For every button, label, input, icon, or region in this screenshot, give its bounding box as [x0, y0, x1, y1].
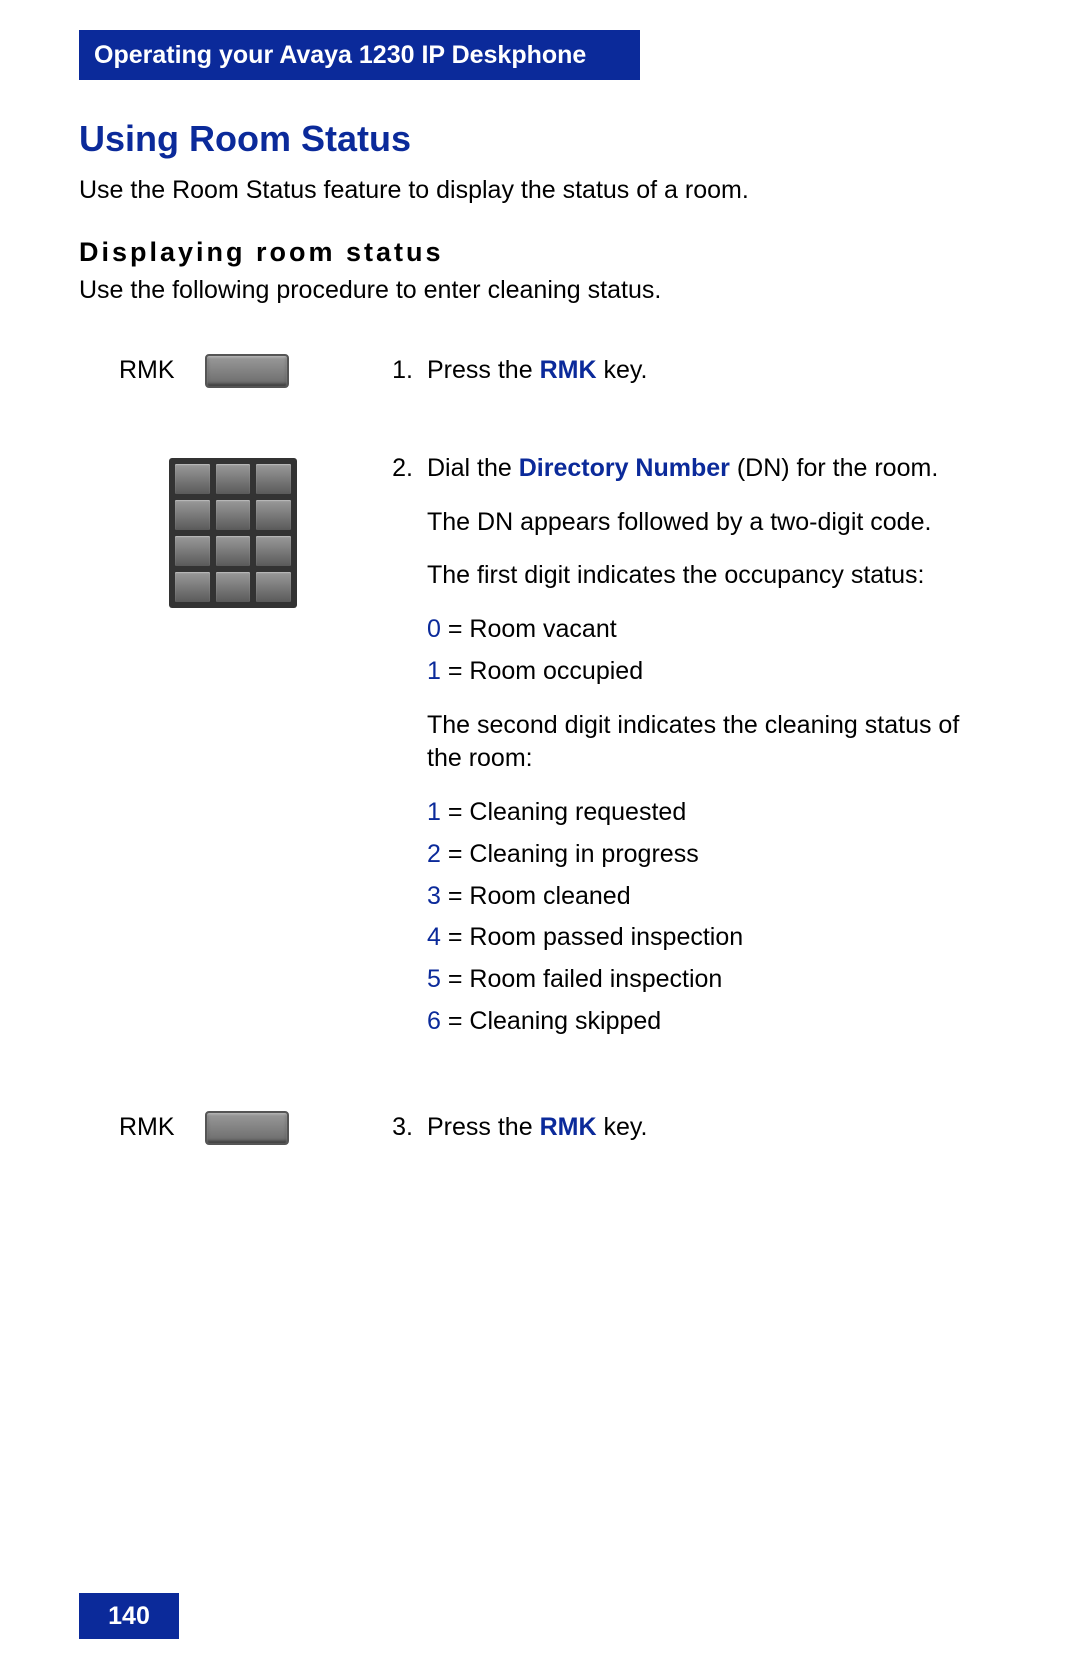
- occ0-num: 0: [427, 615, 441, 643]
- s2-l1-pre: Dial the: [427, 454, 519, 482]
- c3-txt: = Room cleaned: [441, 882, 631, 910]
- section-title: Using Room Status: [79, 118, 999, 160]
- page-header: Operating your Avaya 1230 IP Deskphone: [79, 30, 640, 80]
- rmk-label: RMK: [119, 1111, 175, 1142]
- keypad-key: [255, 499, 292, 531]
- s2-line2: The DN appears followed by a two-digit c…: [427, 506, 999, 540]
- c1-txt: = Cleaning requested: [441, 798, 686, 826]
- page-number-value: 140: [108, 1602, 150, 1631]
- step-2-visual: [79, 452, 389, 608]
- step-3-bold: RMK: [540, 1113, 597, 1141]
- keypad-key: [215, 535, 252, 567]
- step-1-pre: Press the: [427, 356, 540, 384]
- step-3-pre: Press the: [427, 1113, 540, 1141]
- rmk-label: RMK: [119, 354, 175, 385]
- c6-txt: = Cleaning skipped: [441, 1007, 661, 1035]
- page-header-title: Operating your Avaya 1230 IP Deskphone: [94, 41, 586, 70]
- step-1-post: key.: [597, 356, 648, 384]
- page-number: 140: [79, 1593, 179, 1639]
- step-2-text: 2. Dial the Directory Number (DN) for th…: [389, 452, 999, 1051]
- s2-l1-post: (DN) for the room.: [730, 454, 938, 482]
- step-3-post: key.: [597, 1113, 648, 1141]
- c5-txt: = Room failed inspection: [441, 965, 722, 993]
- s2-line3: The first digit indicates the occupancy …: [427, 559, 999, 593]
- section-intro: Use the Room Status feature to display t…: [79, 174, 999, 207]
- c6-num: 6: [427, 1007, 441, 1035]
- step-number: 1.: [389, 354, 413, 388]
- c1-num: 1: [427, 798, 441, 826]
- c4-num: 4: [427, 923, 441, 951]
- keypad-key: [255, 535, 292, 567]
- keypad-key: [174, 535, 211, 567]
- c3-num: 3: [427, 882, 441, 910]
- keypad-key: [174, 463, 211, 495]
- rmk-key-icon: [205, 1111, 289, 1145]
- keypad-key: [255, 571, 292, 603]
- keypad-key: [174, 571, 211, 603]
- s2-line4: The second digit indicates the cleaning …: [427, 709, 999, 777]
- c2-txt: = Cleaning in progress: [441, 840, 699, 868]
- keypad-key: [215, 463, 252, 495]
- occ1-txt: = Room occupied: [441, 657, 643, 685]
- step-3-visual: RMK: [79, 1111, 389, 1145]
- step-number: 3.: [389, 1111, 413, 1145]
- c5-num: 5: [427, 965, 441, 993]
- step-2: 2. Dial the Directory Number (DN) for th…: [79, 452, 999, 1051]
- keypad-key: [215, 499, 252, 531]
- step-1-bold: RMK: [540, 356, 597, 384]
- step-number: 2.: [389, 452, 413, 1047]
- s2-l1-bold: Directory Number: [519, 454, 730, 482]
- rmk-key-icon: [205, 354, 289, 388]
- occ1-num: 1: [427, 657, 441, 685]
- keypad-icon: [169, 458, 297, 608]
- subsection-intro: Use the following procedure to enter cle…: [79, 274, 999, 307]
- step-1-visual: RMK: [79, 354, 389, 388]
- c2-num: 2: [427, 840, 441, 868]
- step-1: RMK 1. Press the RMK key.: [79, 354, 999, 392]
- subsection-title: Displaying room status: [79, 237, 999, 268]
- step-1-text: 1. Press the RMK key.: [389, 354, 999, 392]
- step-3: RMK 3. Press the RMK key.: [79, 1111, 999, 1149]
- step-3-text: 3. Press the RMK key.: [389, 1111, 999, 1149]
- keypad-key: [215, 571, 252, 603]
- occ0-txt: = Room vacant: [441, 615, 617, 643]
- page-content: Using Room Status Use the Room Status fe…: [79, 118, 999, 1148]
- keypad-key: [174, 499, 211, 531]
- c4-txt: = Room passed inspection: [441, 923, 743, 951]
- keypad-key: [255, 463, 292, 495]
